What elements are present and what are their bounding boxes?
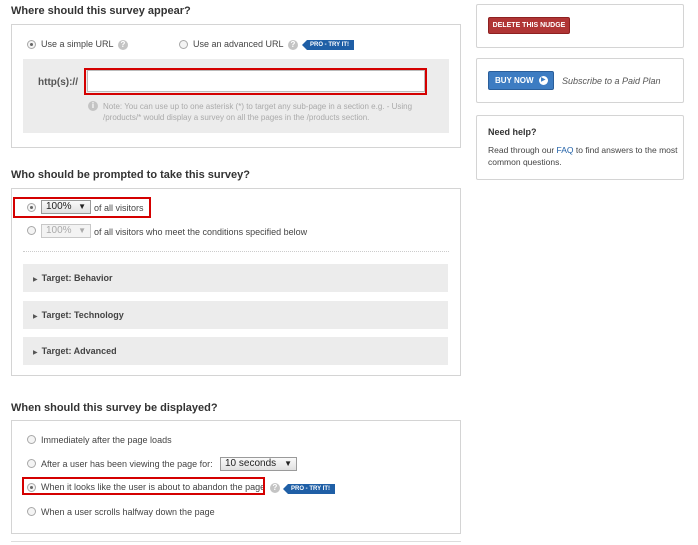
bottom-divider [11,541,461,542]
percent-select-disabled: 100% ▼ [41,224,91,238]
caret-right-icon: ▶ [33,314,38,320]
help-text-before: Read through our [488,145,557,155]
help-text: Read through our FAQ to find answers to … [488,144,678,168]
target-advanced-accordion[interactable]: ▶ Target: Advanced [23,337,448,365]
delete-nudge-button[interactable]: DELETE THIS NUDGE [488,17,570,34]
buy-now-label: BUY NOW [495,76,534,85]
display-immediately-label: Immediately after the page loads [41,435,172,445]
chevron-down-icon: ▼ [78,226,86,235]
accordion-label: Target: Technology [41,310,124,320]
highlight-box [22,477,265,495]
section-title-when: When should this survey be displayed? [11,402,218,414]
percent-select-disabled-value: 100% [46,225,72,236]
delay-select[interactable]: 10 seconds ▼ [220,457,297,471]
simple-url-label: Use a simple URL [41,39,114,49]
url-note: Note: You can use up to one asterisk (*)… [103,102,413,122]
help-title: Need help? [488,127,537,137]
help-panel: Need help? Read through our FAQ to find … [476,115,684,180]
info-icon: i [88,101,98,111]
highlight-box [84,68,427,95]
help-icon[interactable]: ? [270,483,280,493]
conditional-visitors-radio[interactable] [27,226,36,235]
delete-panel: DELETE THIS NUDGE [476,4,684,48]
arrow-right-icon: ▶ [538,76,548,86]
advanced-url-radio[interactable] [179,40,188,49]
caret-right-icon: ▶ [33,277,38,283]
highlight-box [13,197,151,218]
display-scroll-label: When a user scrolls halfway down the pag… [41,507,215,517]
accordion-label: Target: Behavior [41,273,113,283]
help-icon[interactable]: ? [288,40,298,50]
divider [23,251,449,252]
display-after-delay-radio[interactable] [27,459,36,468]
subscribe-text: Subscribe to a Paid Plan [562,76,661,86]
display-immediately-radio[interactable] [27,435,36,444]
pro-try-it-badge[interactable]: PRO - TRY IT! [283,484,335,494]
help-icon[interactable]: ? [118,40,128,50]
buy-panel: BUY NOW ▶ Subscribe to a Paid Plan [476,58,684,103]
accordion-label: Target: Advanced [41,346,117,356]
caret-right-icon: ▶ [33,350,38,356]
pro-try-it-badge[interactable]: PRO - TRY IT! [302,40,354,50]
buy-now-button[interactable]: BUY NOW ▶ [488,71,554,90]
simple-url-radio[interactable] [27,40,36,49]
delay-select-value: 10 seconds [225,458,277,469]
display-scroll-radio[interactable] [27,507,36,516]
section-title-who: Who should be prompted to take this surv… [11,169,250,181]
target-technology-accordion[interactable]: ▶ Target: Technology [23,301,448,329]
advanced-url-label: Use an advanced URL [193,39,284,49]
chevron-down-icon: ▼ [284,459,292,468]
display-after-delay-label: After a user has been viewing the page f… [41,459,213,469]
url-prefix-label: http(s):// [38,77,78,88]
faq-link[interactable]: FAQ [557,145,574,155]
target-behavior-accordion[interactable]: ▶ Target: Behavior [23,264,448,292]
conditional-visitors-label: of all visitors who meet the conditions … [94,227,308,237]
section-title-where: Where should this survey appear? [11,5,191,17]
